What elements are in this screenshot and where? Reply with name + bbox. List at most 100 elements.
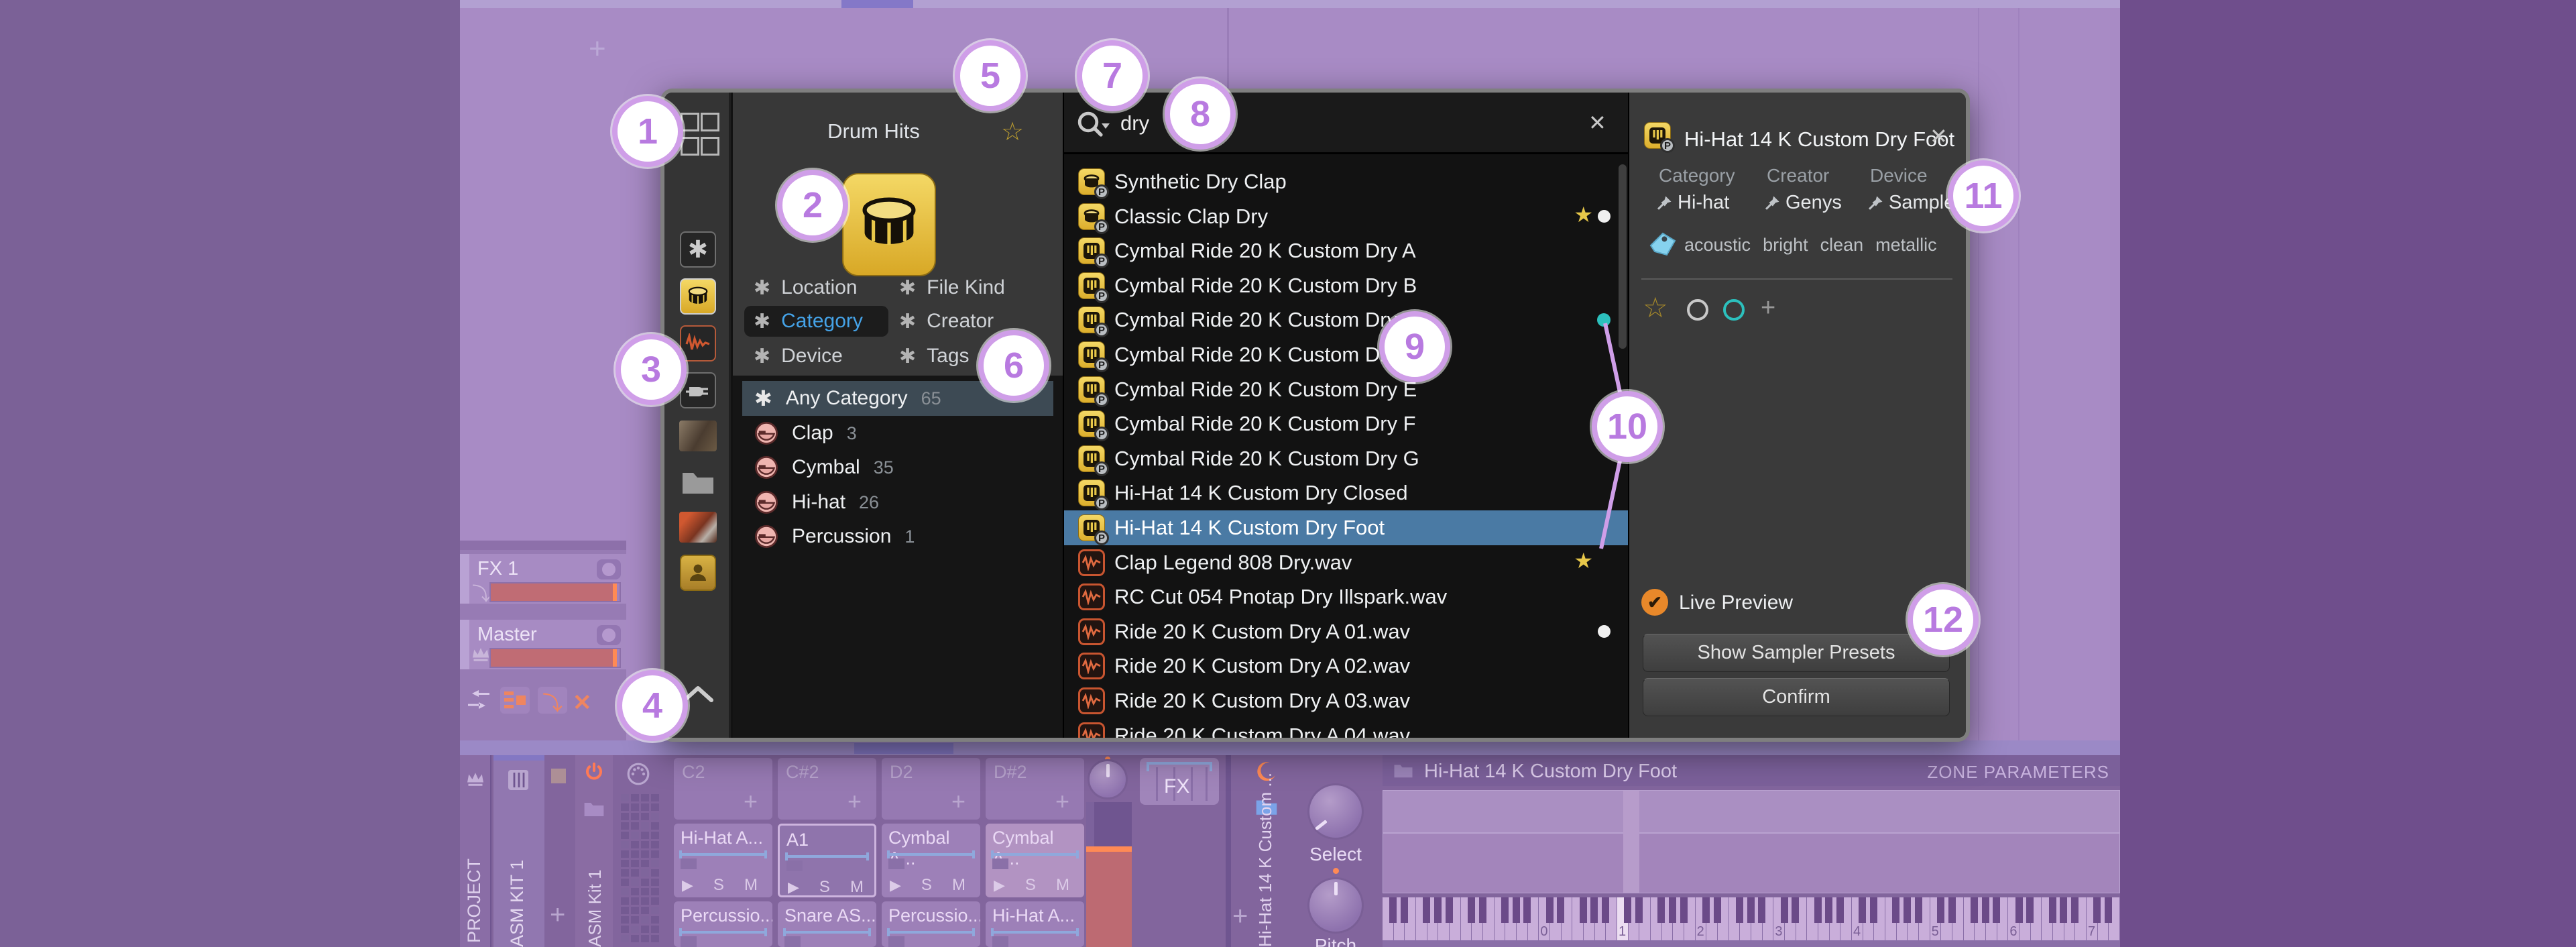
piano-black-key[interactable] bbox=[1870, 897, 1877, 923]
piano-black-key[interactable] bbox=[1635, 897, 1643, 923]
add-sample-icon[interactable]: + bbox=[847, 787, 862, 816]
filter-button-device[interactable]: ✱ Device bbox=[744, 341, 888, 372]
pad-mute-button[interactable]: M bbox=[850, 878, 865, 895]
result-row[interactable]: P Cymbal Ride 20 K Custom Dry G bbox=[1064, 441, 1628, 476]
pad-slider-handle[interactable] bbox=[681, 858, 697, 869]
favorite-star-icon[interactable]: ★ bbox=[1574, 202, 1593, 227]
piano-black-key[interactable] bbox=[1892, 897, 1900, 923]
pad-play-icon[interactable]: ▶ bbox=[682, 877, 695, 893]
category-row-hi-hat[interactable]: Hi-hat 26 bbox=[742, 485, 1053, 520]
drum-pad-empty-C#2[interactable]: C#2 + bbox=[778, 758, 876, 820]
piano-black-key[interactable] bbox=[1780, 897, 1788, 923]
result-row[interactable]: Ride 20 K Custom Dry A 02.wav bbox=[1064, 649, 1628, 683]
piano-black-key[interactable] bbox=[2015, 897, 2023, 923]
pad-play-icon[interactable]: ▶ bbox=[994, 877, 1006, 893]
arranger-scrollbar-thumb[interactable] bbox=[841, 0, 913, 8]
folder-icon[interactable] bbox=[1393, 762, 1413, 781]
piano-black-key[interactable] bbox=[1657, 897, 1665, 923]
swap-arrows-icon[interactable] bbox=[465, 688, 492, 714]
piano-black-key[interactable] bbox=[2048, 897, 2056, 923]
piano-black-key[interactable] bbox=[1825, 897, 1833, 923]
piano-black-key[interactable] bbox=[1669, 897, 1676, 923]
pad-slider-handle[interactable] bbox=[888, 936, 904, 947]
piano-black-key[interactable] bbox=[1758, 897, 1766, 923]
piano-black-key[interactable] bbox=[1401, 897, 1408, 923]
sidebar-item-folder-icon[interactable] bbox=[679, 462, 717, 501]
piano-black-key[interactable] bbox=[1624, 897, 1632, 923]
piano-black-key[interactable] bbox=[1512, 897, 1520, 923]
piano-black-key[interactable] bbox=[1434, 897, 1442, 923]
piano-black-key[interactable] bbox=[1981, 897, 1989, 923]
teal-dot-marker[interactable] bbox=[1597, 313, 1611, 327]
details-close-icon[interactable]: ✕ bbox=[1930, 123, 1948, 149]
piano-black-key[interactable] bbox=[1792, 897, 1800, 923]
category-row-cymbal[interactable]: Cymbal 35 bbox=[742, 450, 1053, 485]
piano-black-key[interactable] bbox=[1904, 897, 1911, 923]
pad-slider[interactable] bbox=[991, 931, 1079, 934]
drum-pad-empty-D#2[interactable]: D#2 + bbox=[986, 758, 1084, 820]
show-sampler-presets-button[interactable]: Show Sampler Presets bbox=[1643, 634, 1950, 672]
piano-black-key[interactable] bbox=[1814, 897, 1822, 923]
result-row[interactable]: P Hi-Hat 14 K Custom Dry Closed bbox=[1064, 476, 1628, 510]
drum-pad-empty-C2[interactable]: C2 + bbox=[674, 758, 772, 820]
piano-black-key[interactable] bbox=[1702, 897, 1710, 923]
filter-button-location[interactable]: ✱ Location bbox=[744, 272, 888, 303]
result-row[interactable]: P Hi-Hat 14 K Custom Dry Foot bbox=[1064, 510, 1628, 545]
favorite-star-icon[interactable]: ☆ bbox=[1001, 117, 1024, 147]
piano-black-key[interactable] bbox=[2060, 897, 2068, 923]
piano-black-key[interactable] bbox=[1713, 897, 1721, 923]
piano-black-key[interactable] bbox=[1680, 897, 1688, 923]
pad-slider[interactable] bbox=[785, 855, 869, 858]
result-row[interactable]: Ride 20 K Custom Dry A 03.wav bbox=[1064, 683, 1628, 718]
sidebar-item-drum-hits-icon[interactable] bbox=[679, 277, 717, 316]
category-row-clap[interactable]: Clap 3 bbox=[742, 416, 1053, 451]
tag-acoustic[interactable]: acoustic bbox=[1684, 235, 1751, 256]
tag-bright[interactable]: bright bbox=[1763, 235, 1808, 256]
drum-pad-percussio-[interactable]: Percussio... bbox=[674, 901, 772, 947]
delete-x-icon[interactable]: ✕ bbox=[573, 689, 592, 716]
search-input[interactable]: dry bbox=[1120, 111, 1149, 135]
filter-button-category[interactable]: ✱ Category bbox=[744, 306, 888, 337]
track-row-fx1[interactable]: FX 1 ⤵ bbox=[460, 554, 626, 604]
piano-black-key[interactable] bbox=[1523, 897, 1531, 923]
list-blocks-icon[interactable] bbox=[500, 687, 530, 714]
piano-black-key[interactable] bbox=[1602, 897, 1609, 923]
plus-icon[interactable]: + bbox=[1761, 294, 1775, 323]
drum-pad-cymbal-a-[interactable]: Cymbal A...▶SM bbox=[986, 824, 1084, 897]
select-knob[interactable] bbox=[1307, 783, 1364, 840]
piano-black-key[interactable] bbox=[1389, 897, 1397, 923]
piano-black-key[interactable] bbox=[1468, 897, 1475, 923]
pad-solo-button[interactable]: S bbox=[713, 876, 725, 894]
piano-black-key[interactable] bbox=[1501, 897, 1509, 923]
pad-fader-track[interactable] bbox=[1086, 802, 1132, 947]
live-preview-toggle[interactable]: ✔ Live Preview bbox=[1641, 589, 1842, 618]
device-panel-scroll-strip[interactable] bbox=[460, 740, 2120, 755]
piano-black-key[interactable] bbox=[1478, 897, 1486, 923]
piano-black-key[interactable] bbox=[1993, 897, 2001, 923]
check-circle-orange-icon[interactable]: ✔ bbox=[1641, 589, 1668, 616]
sidebar-item-smart-collection-icon[interactable]: ✱ bbox=[679, 230, 717, 269]
result-row[interactable]: P Cymbal Ride 20 K Custom Dry F bbox=[1064, 406, 1628, 441]
filter-button-file-kind[interactable]: ✱ File Kind bbox=[890, 272, 1034, 303]
piano-black-key[interactable] bbox=[1545, 897, 1554, 923]
result-row[interactable]: P Cymbal Ride 20 K Custom Dry B bbox=[1064, 268, 1628, 303]
sidebar-item-package-photo-icon[interactable] bbox=[679, 416, 717, 455]
result-row[interactable]: P Cymbal Ride 20 K Custom Dry D bbox=[1064, 337, 1628, 372]
sidebar-item-package-orange-icon[interactable] bbox=[679, 508, 717, 547]
drum-pad-a1[interactable]: A1 ▶ S M bbox=[778, 824, 876, 897]
arranger-plus-icon[interactable]: + bbox=[589, 32, 606, 66]
drum-pad-empty-D2[interactable]: D2 + bbox=[882, 758, 980, 820]
piano-black-key[interactable] bbox=[1736, 897, 1743, 923]
details-field-value-creator[interactable]: Genys bbox=[1764, 192, 1842, 214]
result-row[interactable]: P Synthetic Dry Clap bbox=[1064, 164, 1628, 199]
add-sample-icon[interactable]: + bbox=[744, 787, 758, 816]
piano-black-key[interactable] bbox=[1445, 897, 1453, 923]
confirm-button[interactable]: Confirm bbox=[1643, 678, 1950, 716]
pad-slider[interactable] bbox=[887, 853, 975, 856]
search-clear-icon[interactable]: ✕ bbox=[1588, 110, 1606, 135]
favorite-star-icon[interactable]: ★ bbox=[1574, 548, 1593, 573]
drum-pad-cymbal-a-[interactable]: Cymbal A...▶SM bbox=[882, 824, 980, 897]
route-arrow-icon[interactable]: ⤵ bbox=[538, 687, 567, 715]
track-name[interactable]: FX 1 bbox=[477, 558, 518, 580]
fx-chain-block[interactable]: FX bbox=[1140, 758, 1219, 805]
